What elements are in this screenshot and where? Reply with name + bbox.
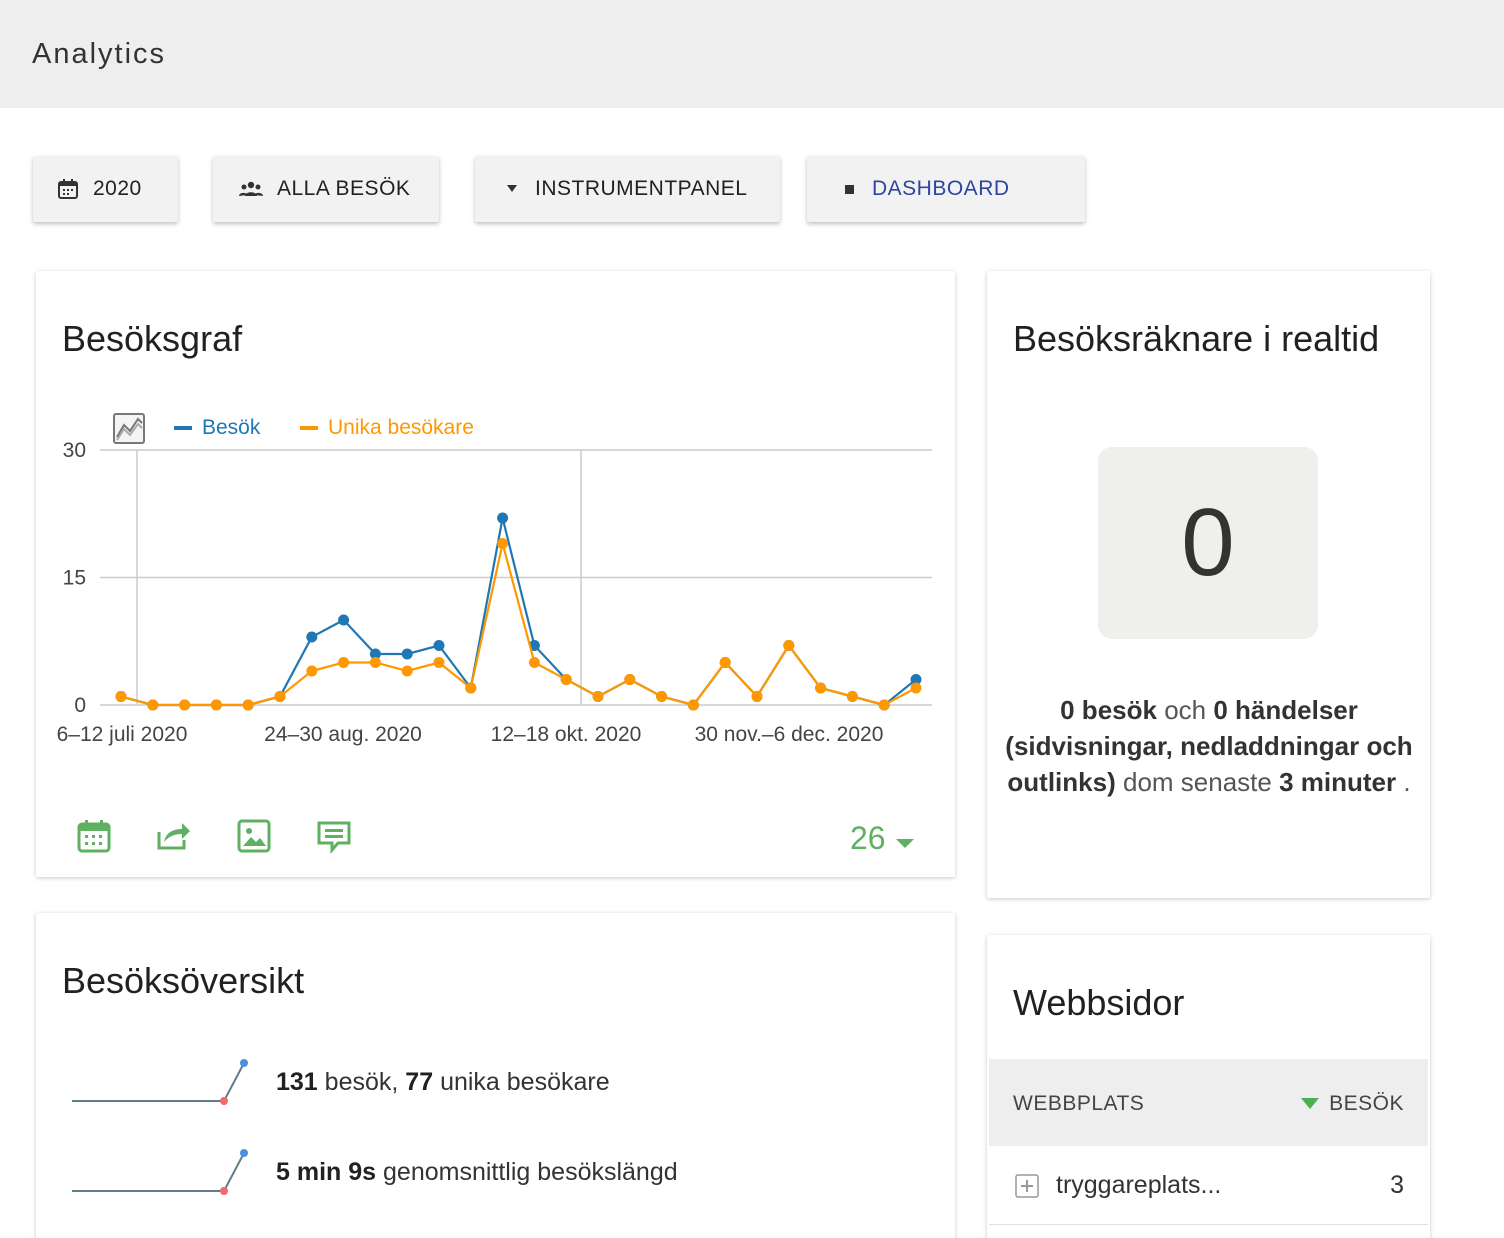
data-point [433,640,445,651]
column-header-visits-label: BESÖK [1329,1092,1404,1115]
visits-graph-title: Besöksgraf [62,318,243,359]
data-point [338,614,350,626]
graph-footer-icons [76,818,352,854]
data-point [401,648,413,660]
data-point [497,512,509,524]
overview-duration-text: 5 min 9s genomsnittlig besökslängd [276,1158,678,1187]
period-selector-button[interactable]: 2020 [33,156,178,222]
realtime-dot: . [1403,767,1411,797]
data-point [560,674,572,685]
data-point [751,691,763,702]
data-point [497,538,509,549]
data-point [719,657,731,668]
table-row[interactable]: tryggareplats... 3 [989,1147,1428,1225]
app-header: Analytics [0,0,1504,108]
dashboard-menu-button[interactable]: INSTRUMENTPANEL [475,156,780,222]
expand-plus-icon[interactable] [1015,1174,1039,1203]
website-label: tryggareplats... [1056,1171,1222,1199]
sort-desc-icon [1301,1098,1320,1110]
x-tick-label: 12–18 okt. 2020 [491,723,642,746]
overview-row-visits: 131 besök, 77 unika besökare [68,1052,610,1112]
sparkline-duration[interactable] [68,1142,248,1202]
visits-overview-title: Besöksöversikt [62,960,305,1001]
data-point [115,691,127,702]
data-point [401,665,413,677]
realtime-minutes: 3 minuter [1279,767,1397,797]
data-point [910,682,922,694]
realtime-counter: 0 [1098,447,1318,639]
users-icon [239,181,263,197]
square-bullet-icon [845,184,854,194]
segment-label: ALLA BESÖK [277,177,411,200]
dashboard-label: DASHBOARD [872,177,1010,200]
data-point [815,682,827,694]
websites-table-header: WEBBPLATS BESÖK [989,1059,1428,1146]
realtime-visits: 0 besök [1060,695,1157,725]
data-point [783,640,795,651]
data-point [338,657,350,668]
data-point [306,665,318,677]
x-tick-label: 30 nov.–6 dec. 2020 [695,723,884,746]
realtime-last: dom senaste [1122,767,1272,797]
limit-value: 26 [850,820,886,856]
x-tick-label: 24–30 aug. 2020 [264,723,422,746]
data-point [624,674,636,685]
overview-duration-label: genomsnittlig besökslängd [383,1157,678,1186]
export-icon[interactable] [156,818,192,854]
overview-visits-label: besök, [324,1067,399,1096]
data-point [465,682,477,694]
series-line-visits [120,517,917,707]
annotation-icon[interactable] [316,818,352,854]
overview-unique-label: unika besökare [440,1067,610,1096]
data-point [592,691,604,702]
data-point [242,699,254,711]
realtime-title: Besöksräknare i realtid [1013,318,1380,359]
limit-selector[interactable]: 26 [850,820,914,857]
overview-duration-value: 5 min 9s [276,1157,377,1186]
data-point [210,699,222,711]
caret-down-icon [507,185,517,193]
calendar-icon[interactable] [76,818,112,854]
realtime-summary: 0 besök och 0 händelser (sidvisningar, n… [1000,692,1418,800]
overview-unique-value: 77 [405,1067,434,1096]
segment-selector-button[interactable]: ALLA BESÖK [213,156,439,222]
overview-visits-value: 131 [276,1067,318,1096]
data-point [846,691,858,702]
data-point [179,699,191,711]
calendar-icon [57,178,79,200]
y-tick-label: 0 [74,694,86,717]
website-visits: 3 [1390,1171,1404,1199]
data-point [687,699,699,711]
data-point [656,691,668,702]
y-tick-label: 30 [63,439,86,462]
data-point [878,699,890,711]
dashboard-menu-label: INSTRUMENTPANEL [535,177,748,200]
y-tick-label: 15 [63,567,86,590]
data-point [369,657,381,668]
caret-down-icon [895,820,914,857]
dashboard-selector-button[interactable]: DASHBOARD [807,156,1085,222]
overview-visits-text: 131 besök, 77 unika besökare [276,1068,610,1097]
visits-line-chart: 30 15 0 6–12 juli 2020 24–30 aug. 2020 12–18 … [57,439,932,746]
data-point [147,699,159,711]
websites-title: Webbsidor [1013,982,1185,1023]
column-header-visits[interactable]: BESÖK [1301,1092,1404,1116]
series-line-unique [120,543,917,707]
x-tick-label: 6–12 juli 2020 [57,723,188,746]
overview-row-duration: 5 min 9s genomsnittlig besökslängd [68,1142,678,1202]
data-point [433,657,445,668]
data-point [306,631,318,643]
realtime-and: och [1164,695,1207,725]
image-icon[interactable] [236,818,272,854]
realtime-count: 0 [1181,489,1235,596]
period-label: 2020 [93,177,142,200]
data-point [528,657,540,668]
sparkline-visits[interactable] [68,1052,248,1112]
column-header-website[interactable]: WEBBPLATS [1013,1092,1144,1116]
app-title: Analytics [32,38,167,70]
data-point [274,691,286,702]
